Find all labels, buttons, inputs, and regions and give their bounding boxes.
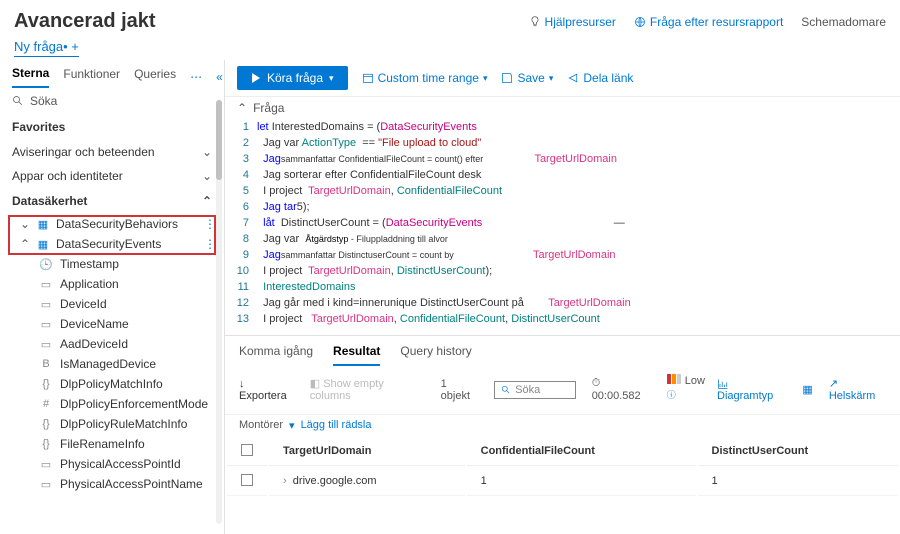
globe-icon xyxy=(634,16,646,28)
column-aaddeviceid[interactable]: ▭AadDeviceId xyxy=(0,334,224,354)
severity-indicator: Low ⓘ xyxy=(667,374,701,406)
chevron-up-icon: ⌃ xyxy=(202,194,212,208)
select-all-checkbox[interactable] xyxy=(241,444,253,456)
type-icon: B xyxy=(38,358,54,370)
chevron-down-icon: ▾ xyxy=(329,73,334,84)
column-devicename[interactable]: ▭DeviceName xyxy=(0,314,224,334)
type-icon: ▭ xyxy=(38,478,54,491)
tab-get-started[interactable]: Komma igång xyxy=(239,344,313,366)
search-icon xyxy=(501,385,511,395)
column-options-button[interactable]: ▦ xyxy=(802,383,812,396)
type-icon: ▭ xyxy=(38,298,54,311)
expand-icon[interactable]: › xyxy=(283,475,287,487)
column-filerenameinfo[interactable]: {}FileRenameInfo xyxy=(0,434,224,454)
chevron-up-icon[interactable]: ⌃ xyxy=(237,101,247,115)
fullscreen-button[interactable]: ↗ Helskärm xyxy=(829,377,886,402)
section-apps[interactable]: Appar och identiteter ⌄ xyxy=(0,164,224,188)
type-icon: ▭ xyxy=(38,338,54,351)
chevron-down-icon: ⌄ xyxy=(20,217,30,231)
chevron-up-icon: ⌃ xyxy=(20,237,30,251)
row-checkbox[interactable] xyxy=(241,474,253,486)
add-filter-link[interactable]: Lägg till rädsla xyxy=(301,419,372,431)
type-icon: ▭ xyxy=(38,318,54,331)
col-confidentialfilecount[interactable]: ConfidentialFileCount xyxy=(467,438,696,466)
column-application[interactable]: ▭Application xyxy=(0,274,224,294)
type-icon: {} xyxy=(38,438,54,450)
type-icon: 🕒 xyxy=(38,258,54,271)
scrollbar-thumb[interactable] xyxy=(216,100,222,180)
export-button[interactable]: ↓ Exportera xyxy=(239,378,294,402)
query-time: ⏱ 00:00.582 xyxy=(592,377,651,402)
chart-icon xyxy=(717,378,729,390)
table-row[interactable]: › drive.google.com 1 1 xyxy=(227,468,898,496)
calendar-icon xyxy=(362,72,374,84)
save-icon xyxy=(501,72,513,84)
col-distinctusercount[interactable]: DistinctUserCount xyxy=(698,438,898,466)
table-icon: ▦ xyxy=(36,237,50,251)
column-dlppolicyrulematchinfo[interactable]: {}DlpPolicyRuleMatchInfo xyxy=(0,414,224,434)
tab-results[interactable]: Resultat xyxy=(333,344,380,366)
col-targeturldomain[interactable]: TargetUrlDomain xyxy=(269,438,465,466)
section-alerts[interactable]: Aviseringar och beteenden ⌄ xyxy=(0,140,224,164)
query-editor[interactable]: 1let InterestedDomains = (DataSecurityEv… xyxy=(225,115,900,335)
more-tabs[interactable]: ⋯ xyxy=(190,70,202,84)
search-icon xyxy=(12,95,24,107)
page-title: Avancerad jakt xyxy=(14,10,529,33)
type-icon: # xyxy=(38,398,54,410)
help-link[interactable]: Hjälpresurser xyxy=(529,15,616,29)
type-icon: {} xyxy=(38,378,54,390)
run-query-button[interactable]: Köra fråga ▾ xyxy=(237,66,348,90)
column-timestamp[interactable]: 🕒Timestamp xyxy=(0,254,224,274)
schema-ref-link[interactable]: Schemadomare xyxy=(801,15,886,29)
row-menu[interactable]: ⋮ xyxy=(204,237,216,251)
tab-functions[interactable]: Funktioner xyxy=(63,67,120,87)
filters-label: Montörer xyxy=(239,419,283,431)
new-query-tab[interactable]: Ny fråga• + xyxy=(14,39,79,57)
tab-schema[interactable]: Sterna xyxy=(12,66,49,88)
time-range-picker[interactable]: Custom time range ▾ xyxy=(362,71,488,85)
column-dlppolicyenforcementmode[interactable]: #DlpPolicyEnforcementMode xyxy=(0,394,224,414)
filter-icon[interactable]: ▾ xyxy=(289,419,295,432)
type-icon: {} xyxy=(38,418,54,430)
column-physicalaccesspointid[interactable]: ▭PhysicalAccessPointId xyxy=(0,454,224,474)
share-icon xyxy=(567,72,579,84)
row-menu[interactable]: ⋮ xyxy=(204,217,216,231)
results-table: TargetUrlDomain ConfidentialFileCount Di… xyxy=(225,436,900,498)
chevron-down-icon: ⌄ xyxy=(202,145,212,159)
column-physicalaccesspointname[interactable]: ▭PhysicalAccessPointName xyxy=(0,474,224,494)
resource-report-link[interactable]: Fråga efter resursrapport xyxy=(634,15,783,29)
column-ismanageddevice[interactable]: BIsManagedDevice xyxy=(0,354,224,374)
lightbulb-icon xyxy=(529,16,541,28)
search-label[interactable]: Söka xyxy=(30,94,57,108)
result-count: 1 objekt xyxy=(441,378,479,402)
column-dlppolicymatchinfo[interactable]: {}DlpPolicyMatchInfo xyxy=(0,374,224,394)
tab-query-history[interactable]: Query history xyxy=(400,344,471,366)
type-icon: ▭ xyxy=(38,458,54,471)
sidebar-collapse[interactable]: « xyxy=(216,70,223,84)
column-deviceid[interactable]: ▭DeviceId xyxy=(0,294,224,314)
results-search[interactable]: Söka xyxy=(494,381,576,399)
save-button[interactable]: Save ▾ xyxy=(501,71,553,85)
table-datasecuritybehaviors[interactable]: ⌄ ▦ DataSecurityBehaviors ⋮ xyxy=(0,214,224,234)
table-icon: ▦ xyxy=(36,217,50,231)
chevron-down-icon: ⌄ xyxy=(202,169,212,183)
share-link-button[interactable]: Dela länk xyxy=(567,71,633,85)
tab-queries[interactable]: Queries xyxy=(134,67,176,87)
show-empty-toggle[interactable]: ◧ Show empty columns xyxy=(310,377,425,402)
section-datasec[interactable]: Datasäkerhet ⌃ xyxy=(0,188,224,214)
type-icon: ▭ xyxy=(38,278,54,291)
query-label: Fråga xyxy=(253,101,284,115)
chart-type-button[interactable]: Diagramtyp xyxy=(717,378,786,402)
play-icon xyxy=(251,73,261,83)
table-datasecurityevents[interactable]: ⌃ ▦ DataSecurityEvents ⋮ xyxy=(0,234,224,254)
favorites-header[interactable]: Favorites xyxy=(0,114,224,140)
